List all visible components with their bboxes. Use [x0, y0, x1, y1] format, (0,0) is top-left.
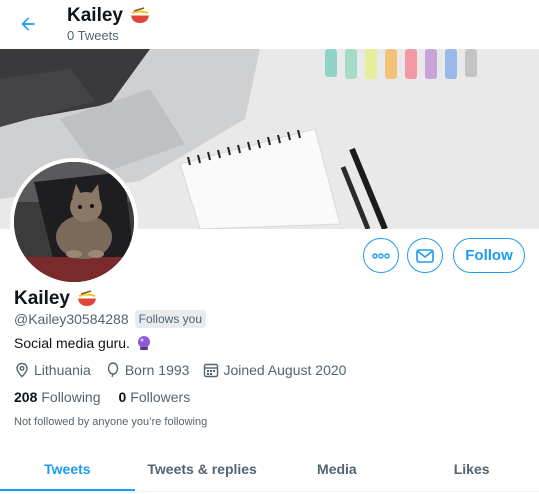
followers-label: Followers: [130, 389, 191, 405]
more-button[interactable]: [363, 238, 399, 273]
mail-icon: [416, 248, 434, 263]
followers-link[interactable]: 0 Followers: [119, 389, 191, 405]
following-count: 208: [14, 389, 38, 405]
header-name-text: Kailey: [67, 5, 123, 26]
crystal-ball-icon: [137, 336, 150, 350]
following-link[interactable]: 208 Following: [14, 389, 101, 405]
message-button[interactable]: [407, 238, 443, 273]
tab-likes[interactable]: Likes: [404, 446, 539, 491]
location-item: Lithuania: [14, 362, 91, 378]
handle-row: @Kailey30584288 Follows you: [14, 310, 206, 328]
birthday-text: Born 1993: [124, 362, 190, 378]
avatar-image: [14, 162, 134, 282]
joined-item: Joined August 2020: [203, 362, 346, 378]
follows-you-badge: Follows you: [134, 310, 206, 328]
location-icon: [16, 362, 28, 378]
balloon-icon: [107, 362, 119, 378]
header-title: Kailey: [67, 5, 151, 27]
profile-tabs: Tweets Tweets & replies Media Likes: [0, 446, 539, 492]
tab-tweets[interactable]: Tweets: [0, 446, 135, 491]
noodle-emoji-icon: [77, 290, 96, 306]
profile-bio: Social media guru.: [14, 335, 152, 351]
follow-button[interactable]: Follow: [453, 238, 525, 273]
tweet-count: 0 Tweets: [67, 28, 119, 43]
followers-count: 0: [118, 389, 127, 405]
profile-name-text: Kailey: [14, 288, 70, 309]
location-text: Lithuania: [34, 362, 91, 378]
birthday-item: Born 1993: [105, 362, 190, 378]
bio-text: Social media guru.: [14, 335, 130, 351]
kitten-photo-icon: [14, 162, 134, 282]
following-label: Following: [41, 389, 101, 405]
back-button[interactable]: [12, 8, 44, 40]
profile-stats: 208 Following 0 Followers: [14, 389, 208, 405]
avatar[interactable]: [10, 158, 138, 286]
profile-handle: @Kailey30584288: [14, 311, 129, 327]
tab-media[interactable]: Media: [270, 446, 405, 491]
profile-meta: Lithuania Born 1993 Joined August 2020: [14, 362, 360, 378]
noodle-emoji-icon: [130, 7, 149, 23]
calendar-icon: [204, 363, 219, 378]
profile-name: Kailey: [14, 288, 98, 310]
arrow-left-icon: [21, 17, 35, 31]
profile-header: Kailey 0 Tweets: [0, 0, 539, 49]
not-followed-notice: Not followed by anyone you’re following: [14, 416, 208, 428]
tab-tweets-replies[interactable]: Tweets & replies: [135, 446, 270, 491]
more-icon: [372, 252, 390, 259]
joined-text: Joined August 2020: [223, 362, 347, 378]
